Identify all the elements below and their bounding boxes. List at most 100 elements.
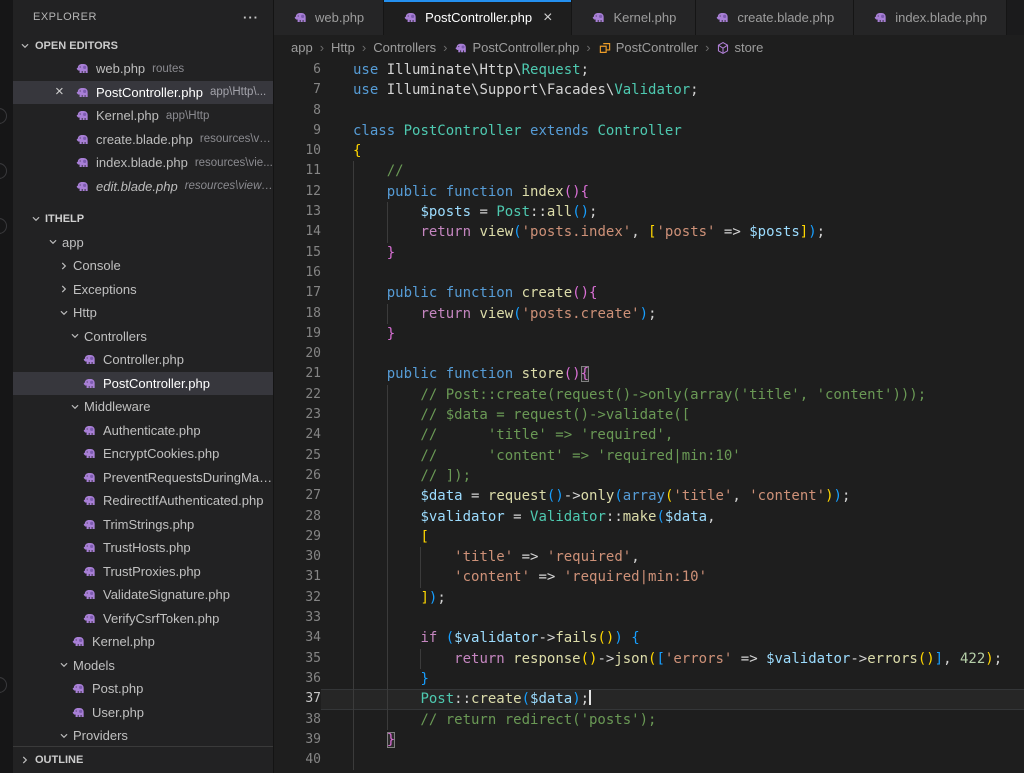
tab-postcontroller-php[interactable]: PostController.php × <box>384 0 573 35</box>
breadcrumb-item-app[interactable]: app <box>291 40 313 55</box>
code-line-36[interactable]: 36 } <box>274 668 1024 690</box>
code-line-37[interactable]: 37 Post::create($data); <box>274 689 1024 710</box>
code-line-32[interactable]: 32 ]); <box>274 587 1024 609</box>
code-line-31[interactable]: 31 'content' => 'required|min:10' <box>274 567 1024 588</box>
code-line-38[interactable]: 38 // return redirect('posts'); <box>274 709 1024 730</box>
indent-guide <box>353 344 354 365</box>
open-editors-header[interactable]: OPEN EDITORS <box>13 34 273 57</box>
tree-item-label: TrustProxies.php <box>103 563 201 579</box>
open-editor-name: index.blade.php <box>96 155 188 171</box>
tree-item-controller-php[interactable]: Controller.php <box>13 348 273 372</box>
tree-item-providers[interactable]: Providers <box>13 724 273 746</box>
line-number: 26 <box>305 467 321 483</box>
tree-item-post-php[interactable]: Post.php <box>13 677 273 701</box>
code-line-23[interactable]: 23 // $data = request()->validate([ <box>274 405 1024 426</box>
code-line-16[interactable]: 16 <box>274 262 1024 284</box>
close-tab-icon[interactable]: × <box>543 9 552 26</box>
code-line-11[interactable]: 11 // <box>274 161 1024 182</box>
tree-item-postcontroller-php[interactable]: PostController.php <box>13 371 273 395</box>
code-line-22[interactable]: 22 // Post::create(request()->only(array… <box>274 384 1024 406</box>
more-actions-icon[interactable]: ··· <box>243 10 259 25</box>
code-line-30[interactable]: 30 'title' => 'required', <box>274 547 1024 568</box>
tree-item-authenticate-php[interactable]: Authenticate.php <box>13 419 273 443</box>
tree-item-kernel-php[interactable]: Kernel.php <box>13 630 273 654</box>
tree-item-trimstrings-php[interactable]: TrimStrings.php <box>13 513 273 537</box>
tree-item-preventrequestsduringmainte[interactable]: PreventRequestsDuringMainte... <box>13 466 273 490</box>
breadcrumb-item-postcontroller[interactable]: PostController <box>598 40 698 55</box>
code-line-29[interactable]: 29 [ <box>274 526 1024 548</box>
open-editor-edit-blade-php[interactable]: edit.blade.php resources\views\... <box>13 175 273 199</box>
activity-bar[interactable] <box>0 0 13 773</box>
breadcrumb-item-postcontroller-php[interactable]: PostController.php <box>454 40 579 55</box>
open-editor-create-blade-php[interactable]: create.blade.php resources\vie... <box>13 128 273 152</box>
code-line-39[interactable]: 39 } <box>274 729 1024 751</box>
code-line-20[interactable]: 20 <box>274 344 1024 365</box>
tree-item-validatesignature-php[interactable]: ValidateSignature.php <box>13 583 273 607</box>
tree-item-models[interactable]: Models <box>13 654 273 678</box>
tab-kernel-php[interactable]: Kernel.php <box>572 0 697 35</box>
tab-web-php[interactable]: web.php <box>274 0 385 35</box>
code-text: use Illuminate\Support\Facades\Validator… <box>353 82 699 99</box>
open-editor-web-php[interactable]: web.php routes <box>13 57 273 81</box>
tree-item-encryptcookies-php[interactable]: EncryptCookies.php <box>13 442 273 466</box>
breadcrumb-item-store[interactable]: store <box>716 40 763 55</box>
tab-index-blade-php[interactable]: index.blade.php <box>854 0 1008 35</box>
tree-item-middleware[interactable]: Middleware <box>13 395 273 419</box>
tree-item-app[interactable]: app <box>13 231 273 255</box>
tree-item-ithelp[interactable]: ITHELP <box>13 207 273 231</box>
line-content: 'title' => 'required', <box>321 547 1024 568</box>
close-editor-icon[interactable]: × <box>55 83 64 100</box>
tab-create-blade-php[interactable]: create.blade.php <box>696 0 855 35</box>
code-line-35[interactable]: 35 return response()->json(['errors' => … <box>274 648 1024 669</box>
code-line-9[interactable]: 9 class PostController extends Controller <box>274 121 1024 141</box>
code-line-40[interactable]: 40 <box>274 750 1024 771</box>
breadcrumb-item-controllers[interactable]: Controllers <box>373 40 436 55</box>
code-line-28[interactable]: 28 $validator = Validator::make($data, <box>274 506 1024 527</box>
line-content: // Post::create(request()->only(array('t… <box>321 384 1024 406</box>
tree-item-trustproxies-php[interactable]: TrustProxies.php <box>13 560 273 584</box>
code-line-10[interactable]: 10 { <box>274 141 1024 161</box>
indent-guide <box>353 222 354 243</box>
code-line-24[interactable]: 24 // 'title' => 'required', <box>274 425 1024 446</box>
tree-item-user-php[interactable]: User.php <box>13 701 273 725</box>
code-line-18[interactable]: 18 return view('posts.create'); <box>274 303 1024 324</box>
php-file-icon <box>82 517 97 532</box>
code-editor[interactable]: 6 use Illuminate\Http\Request; 7 use Illumi… <box>274 60 1024 773</box>
code-line-21[interactable]: 21 public function store(){ <box>274 364 1024 385</box>
code-line-27[interactable]: 27 $data = request()->only(array('title'… <box>274 486 1024 507</box>
code-line-34[interactable]: 34 if ($validator->fails()) { <box>274 628 1024 649</box>
tree-item-controllers[interactable]: Controllers <box>13 325 273 349</box>
code-line-25[interactable]: 25 // 'content' => 'required|min:10' <box>274 445 1024 466</box>
code-line-8[interactable]: 8 <box>274 101 1024 121</box>
tree-item-console[interactable]: Console <box>13 254 273 278</box>
breadcrumb-separator: › <box>319 40 325 55</box>
open-editor-index-blade-php[interactable]: index.blade.php resources\vie... <box>13 151 273 175</box>
code-line-13[interactable]: 13 $posts = Post::all(); <box>274 202 1024 223</box>
tree-item-http[interactable]: Http <box>13 301 273 325</box>
outline-section-header[interactable]: OUTLINE <box>13 746 273 773</box>
line-number: 17 <box>305 285 321 301</box>
tree-item-trusthosts-php[interactable]: TrustHosts.php <box>13 536 273 560</box>
code-line-17[interactable]: 17 public function create(){ <box>274 283 1024 304</box>
code-text: // 'content' => 'required|min:10' <box>353 447 741 464</box>
code-line-6[interactable]: 6 use Illuminate\Http\Request; <box>274 60 1024 80</box>
line-content: 'content' => 'required|min:10' <box>321 567 1024 588</box>
code-line-15[interactable]: 15 } <box>274 242 1024 263</box>
code-line-26[interactable]: 26 // ]); <box>274 465 1024 487</box>
code-line-14[interactable]: 14 return view('posts.index', ['posts' =… <box>274 222 1024 243</box>
open-editor-postcontroller-php[interactable]: × PostController.php app\Http\... <box>13 80 273 104</box>
tree-item-verifycsrftoken-php[interactable]: VerifyCsrfToken.php <box>13 607 273 631</box>
tree-item-label: Models <box>73 657 115 673</box>
code-line-33[interactable]: 33 <box>274 608 1024 629</box>
line-content: // 'content' => 'required|min:10' <box>321 445 1024 466</box>
code-line-7[interactable]: 7 use Illuminate\Support\Facades\Validato… <box>274 80 1024 100</box>
indent-guide <box>386 587 388 609</box>
tree-item-exceptions[interactable]: Exceptions <box>13 278 273 302</box>
tree-item-redirectifauthenticated-php[interactable]: RedirectIfAuthenticated.php <box>13 489 273 513</box>
code-line-19[interactable]: 19 } <box>274 323 1024 345</box>
line-content: public function store(){ <box>321 364 1024 385</box>
code-text: // return redirect('posts'); <box>353 711 657 728</box>
open-editor-kernel-php[interactable]: Kernel.php app\Http <box>13 104 273 128</box>
breadcrumb-item-http[interactable]: Http <box>331 40 355 55</box>
code-line-12[interactable]: 12 public function index(){ <box>274 181 1024 203</box>
